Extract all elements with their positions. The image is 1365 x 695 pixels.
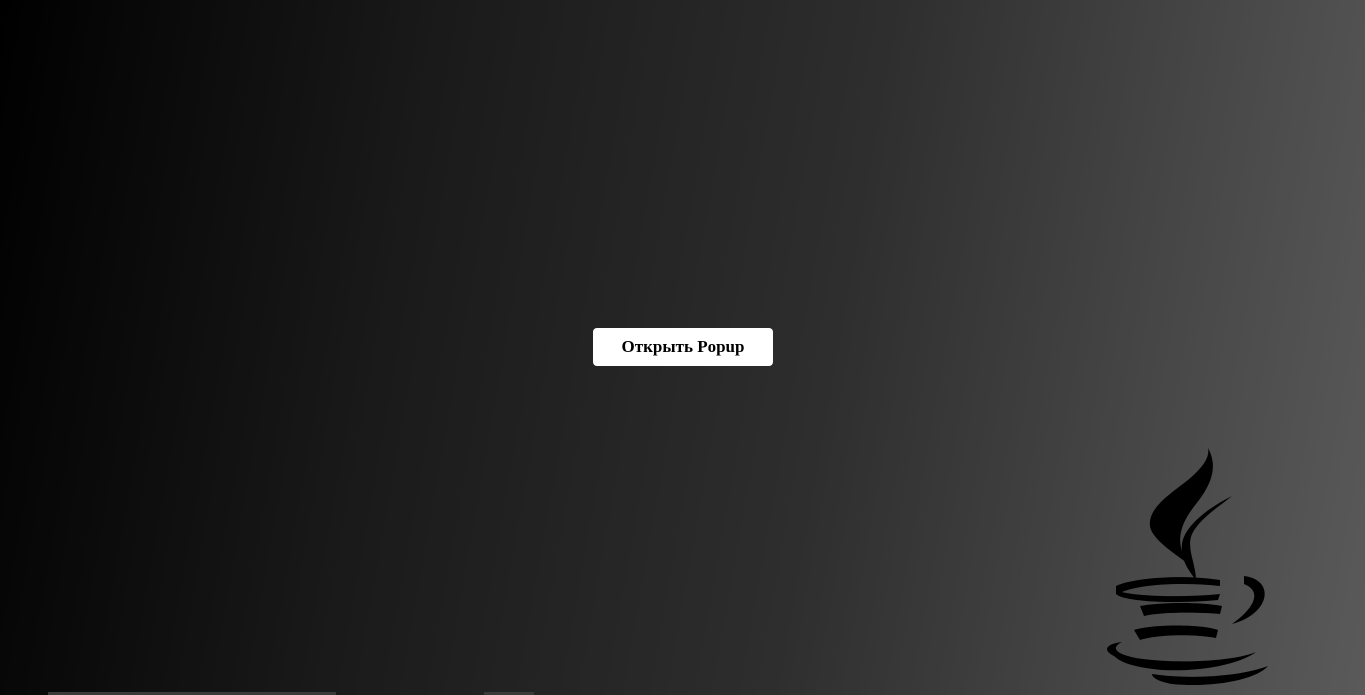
- page-background: { "popup_trigger": { "label": "Открыть P…: [0, 0, 1365, 695]
- open-popup-button[interactable]: Открыть Popup: [593, 328, 773, 366]
- java-coffee-cup-icon: [1107, 448, 1268, 686]
